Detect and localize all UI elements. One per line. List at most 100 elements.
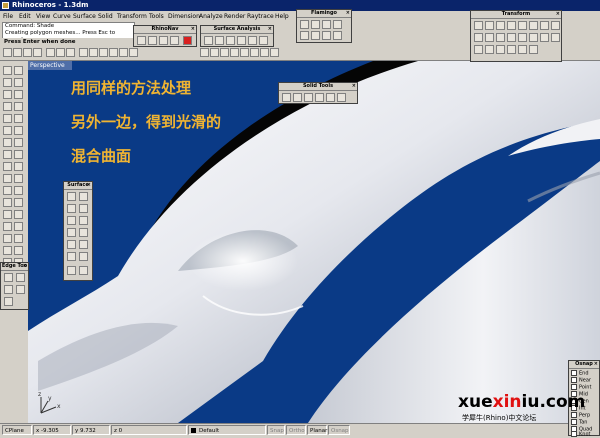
boolean-union-icon[interactable] xyxy=(282,93,291,102)
menu-curve[interactable]: Curve xyxy=(53,11,71,22)
menu-view[interactable]: View xyxy=(36,11,50,22)
properties-icon[interactable] xyxy=(210,48,219,57)
menu-render[interactable]: Render xyxy=(224,11,245,22)
select-icon[interactable] xyxy=(3,66,12,75)
zoom-extents-icon[interactable] xyxy=(129,48,138,57)
layer-icon[interactable] xyxy=(200,48,209,57)
status-snap[interactable]: Snap xyxy=(267,425,285,435)
polyline-icon[interactable] xyxy=(14,78,23,87)
shear-icon[interactable] xyxy=(474,33,483,42)
explode-icon[interactable] xyxy=(14,198,23,207)
join-edge-icon[interactable] xyxy=(16,285,25,294)
point-deviation-icon[interactable] xyxy=(259,36,268,45)
render-flamingo-icon[interactable] xyxy=(300,20,309,29)
line-icon[interactable] xyxy=(3,78,12,87)
scale-icon[interactable] xyxy=(518,21,527,30)
shell-icon[interactable] xyxy=(337,93,346,102)
srf-offset-icon[interactable] xyxy=(67,266,76,275)
polar-array-icon[interactable] xyxy=(529,45,538,54)
scale1d-icon[interactable] xyxy=(529,21,538,30)
plant-icon[interactable] xyxy=(311,31,320,40)
move-icon[interactable] xyxy=(3,210,12,219)
srf-sweep2-icon[interactable] xyxy=(79,228,88,237)
copy-icon[interactable] xyxy=(485,21,494,30)
rhinonav-palette-title[interactable]: RhinoNav xyxy=(134,26,196,34)
close-icon[interactable]: × xyxy=(346,10,350,17)
environment-icon[interactable] xyxy=(300,31,309,40)
srf-revolve-icon[interactable] xyxy=(79,216,88,225)
settings-icon[interactable] xyxy=(333,31,342,40)
osnap-point[interactable]: Point xyxy=(571,384,591,391)
render-icon[interactable] xyxy=(230,48,239,57)
flow-icon[interactable] xyxy=(518,33,527,42)
text-icon[interactable] xyxy=(3,246,12,255)
menu-edit[interactable]: Edit xyxy=(19,11,31,22)
solid-tools-palette-title[interactable]: Solid Tools xyxy=(279,83,357,91)
close-icon[interactable]: × xyxy=(594,361,598,368)
shade-icon[interactable] xyxy=(220,48,229,57)
orient-icon[interactable] xyxy=(529,33,538,42)
edge-analysis-icon[interactable] xyxy=(248,36,257,45)
hatch-icon[interactable] xyxy=(14,246,23,255)
osnap-knot[interactable]: Knot xyxy=(571,431,590,438)
cap-icon[interactable] xyxy=(326,93,335,102)
nav-zoom-icon[interactable] xyxy=(159,36,168,45)
freeform-icon[interactable] xyxy=(14,90,23,99)
srf-edge-icon[interactable] xyxy=(79,192,88,201)
status-ortho[interactable]: Ortho xyxy=(286,425,306,435)
osnap-end[interactable]: End xyxy=(571,370,589,377)
project-icon[interactable] xyxy=(474,45,483,54)
zoom-icon[interactable] xyxy=(109,48,118,57)
text-object-icon[interactable] xyxy=(14,126,23,135)
rectangle-icon[interactable] xyxy=(14,114,23,123)
bend-icon[interactable] xyxy=(496,33,505,42)
menu-file[interactable]: File xyxy=(3,11,13,22)
arc-icon[interactable] xyxy=(14,102,23,111)
join-icon[interactable] xyxy=(3,198,12,207)
smash-icon[interactable] xyxy=(485,45,494,54)
nav-pan-icon[interactable] xyxy=(148,36,157,45)
zebra-icon[interactable] xyxy=(215,36,224,45)
print-icon[interactable] xyxy=(33,48,42,57)
zoom-window-icon[interactable] xyxy=(119,48,128,57)
material-icon[interactable] xyxy=(311,20,320,29)
nav-stop-icon[interactable] xyxy=(183,36,192,45)
menu-transform[interactable]: Transform xyxy=(117,11,147,22)
rotate-icon[interactable] xyxy=(496,21,505,30)
array-icon[interactable] xyxy=(540,33,549,42)
unroll-icon[interactable] xyxy=(496,45,505,54)
status-layer[interactable]: Default xyxy=(188,425,266,435)
flamingo-palette-title[interactable]: Flamingo xyxy=(297,10,351,18)
scale2d-icon[interactable] xyxy=(540,21,549,30)
merge-edge-icon[interactable] xyxy=(4,285,13,294)
menu-dimension[interactable]: Dimension xyxy=(168,11,200,22)
nav-fly-icon[interactable] xyxy=(170,36,179,45)
paste-icon[interactable] xyxy=(66,48,75,57)
copy-object-icon[interactable] xyxy=(14,210,23,219)
taper-icon[interactable] xyxy=(507,33,516,42)
boolean-intersection-icon[interactable] xyxy=(304,93,313,102)
status-osnap[interactable]: Osnap xyxy=(328,425,350,435)
light-icon[interactable] xyxy=(322,20,331,29)
rebuild-edges-icon[interactable] xyxy=(4,297,13,306)
show-edges-icon[interactable] xyxy=(4,273,13,282)
mirror-icon[interactable] xyxy=(3,234,12,243)
open-file-icon[interactable] xyxy=(13,48,22,57)
ghosted-icon[interactable] xyxy=(250,48,259,57)
srf-planar-icon[interactable] xyxy=(67,204,76,213)
osnap-tan[interactable]: Tan xyxy=(571,419,587,426)
split-edge-icon[interactable] xyxy=(16,273,25,282)
surface-analysis-palette-title[interactable]: Surface Analysis xyxy=(201,26,273,34)
emap-icon[interactable] xyxy=(226,36,235,45)
viewport-tab-perspective[interactable]: Perspective xyxy=(28,61,72,70)
surface-icon[interactable] xyxy=(3,138,12,147)
save-file-icon[interactable] xyxy=(23,48,32,57)
texture-icon[interactable] xyxy=(322,31,331,40)
circle-icon[interactable] xyxy=(3,102,12,111)
point-icon[interactable] xyxy=(14,66,23,75)
osnap-perp[interactable]: Perp xyxy=(571,412,590,419)
srf-loft-icon[interactable] xyxy=(67,216,76,225)
nav-orbit-icon[interactable] xyxy=(137,36,146,45)
srf-rebuild-icon[interactable] xyxy=(79,266,88,275)
srf-patch-icon[interactable] xyxy=(79,240,88,249)
